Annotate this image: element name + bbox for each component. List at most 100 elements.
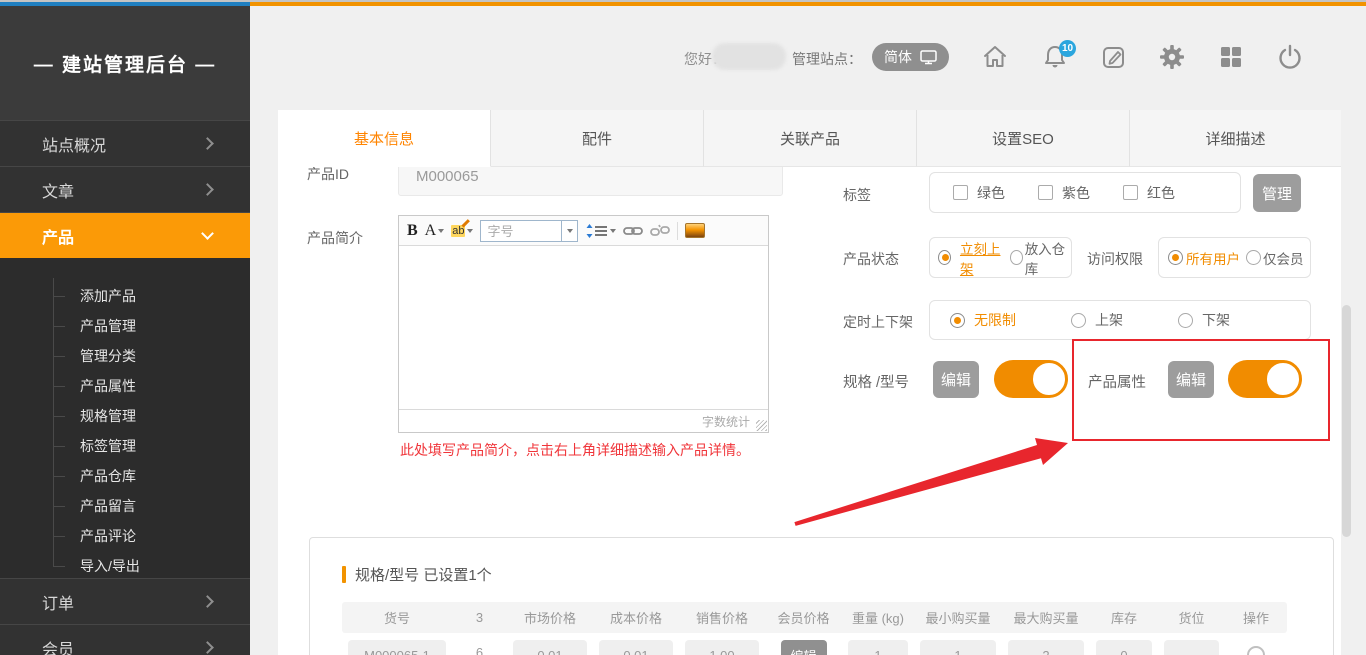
row-action-icon[interactable] <box>1247 646 1265 655</box>
submenu-item-attributes[interactable]: 产品属性 <box>0 371 250 401</box>
sidebar-item-site-overview[interactable]: 站点概况 <box>0 120 250 166</box>
checkbox-icon[interactable] <box>1038 185 1053 200</box>
cost-price-field[interactable]: 0.01 <box>599 640 673 655</box>
font-size-select[interactable]: 字号 <box>480 220 578 242</box>
radio-selected-icon[interactable] <box>1168 250 1183 265</box>
submenu-item-specs[interactable]: 规格管理 <box>0 401 250 431</box>
sidebar-item-orders[interactable]: 订单 <box>0 578 250 624</box>
submenu-item-tags[interactable]: 标签管理 <box>0 431 250 461</box>
sidebar-item-products[interactable]: 产品 <box>0 212 250 258</box>
language-label: 简体 <box>884 47 912 67</box>
insert-image-icon[interactable] <box>685 223 705 238</box>
access-option-members-only[interactable]: 仅会员 <box>1246 248 1304 268</box>
manage-site-label: 管理站点： <box>792 49 862 69</box>
unlink-icon[interactable] <box>650 223 670 239</box>
submenu-item-product-manage[interactable]: 产品管理 <box>0 311 250 341</box>
submenu-item-messages[interactable]: 产品留言 <box>0 491 250 521</box>
tag-label: 紫色 <box>1062 183 1090 203</box>
select-dropdown-button[interactable] <box>561 221 577 241</box>
submenu-item-categories[interactable]: 管理分类 <box>0 341 250 371</box>
checkbox-icon[interactable] <box>1123 185 1138 200</box>
grid-icon[interactable] <box>1217 43 1245 71</box>
submenu-item-import-export[interactable]: 导入/导出 <box>0 551 250 581</box>
submenu-item-reviews[interactable]: 产品评论 <box>0 521 250 551</box>
resize-grip[interactable] <box>756 420 767 431</box>
tab-label: 关联产品 <box>780 128 840 149</box>
sidebar-item-articles[interactable]: 文章 <box>0 166 250 212</box>
intro-hint-text: 此处填写产品简介，点击右上角详细描述输入产品详情。 <box>400 440 750 460</box>
submenu-label: 添加产品 <box>80 286 136 306</box>
tab-detail-description[interactable]: 详细描述 <box>1130 110 1341 167</box>
editor-body[interactable] <box>399 246 768 409</box>
sidebar-item-members[interactable]: 会员 <box>0 624 250 655</box>
tag-option-green[interactable]: 绿色 <box>953 183 1005 203</box>
checkbox-icon[interactable] <box>953 185 968 200</box>
scrollbar-thumb[interactable] <box>1342 305 1351 537</box>
schedule-option-on-shelf[interactable]: 上架 <box>1071 310 1123 330</box>
chevron-right-icon <box>201 183 214 196</box>
manage-tags-button[interactable]: 管理 <box>1253 174 1301 212</box>
radio-selected-icon[interactable] <box>950 313 965 328</box>
bold-icon[interactable]: B <box>407 222 418 240</box>
tag-option-purple[interactable]: 紫色 <box>1038 183 1090 203</box>
weight-field[interactable]: 1 <box>848 640 908 655</box>
notification-badge: 10 <box>1059 40 1076 57</box>
option-label: 仅会员 <box>1263 248 1304 268</box>
status-option-warehouse[interactable]: 放入仓库 <box>1010 238 1071 278</box>
submenu-label: 管理分类 <box>80 346 136 366</box>
member-price-edit-button[interactable]: 编辑 <box>781 640 827 655</box>
attr-edit-button[interactable]: 编辑 <box>1168 361 1214 398</box>
sku-field[interactable]: M000065-1 <box>348 640 446 655</box>
spec-title-text: 规格/型号 已设置1个 <box>355 564 492 585</box>
sale-price-field[interactable]: 1.00 <box>685 640 759 655</box>
tab-label: 详细描述 <box>1205 128 1265 149</box>
gear-icon[interactable] <box>1158 43 1186 71</box>
radio-icon[interactable] <box>1071 313 1086 328</box>
radio-icon[interactable] <box>1178 313 1193 328</box>
power-icon[interactable] <box>1276 43 1304 71</box>
toggle-knob <box>1030 360 1068 398</box>
col-header: 成本价格 <box>593 602 679 633</box>
highlight-dropdown[interactable]: ab <box>451 225 473 237</box>
tab-accessories[interactable]: 配件 <box>491 110 704 167</box>
max-buy-field[interactable]: 2 <box>1008 640 1084 655</box>
link-icon[interactable] <box>623 224 643 238</box>
access-option-all-users[interactable]: 所有用户 <box>1168 248 1240 268</box>
option-label: 下架 <box>1202 310 1230 330</box>
radio-icon[interactable] <box>1246 250 1261 265</box>
option-label: 放入仓库 <box>1025 238 1071 278</box>
language-button[interactable]: 简体 <box>872 43 949 71</box>
spec-table-card: 规格/型号 已设置1个 货号 3 市场价格 成本价格 销售价格 会员价格 重量 … <box>309 537 1334 655</box>
attr-toggle-on[interactable] <box>1228 360 1300 398</box>
market-price-field[interactable]: 0.01 <box>513 640 587 655</box>
rich-text-editor: B A ab 字号 字数统计 <box>398 215 769 433</box>
schedule-option-unlimited[interactable]: 无限制 <box>950 310 1016 330</box>
tag-label: 绿色 <box>977 183 1005 203</box>
submenu-item-add-product[interactable]: 添加产品 <box>0 281 250 311</box>
tab-seo-settings[interactable]: 设置SEO <box>917 110 1130 167</box>
stock-field[interactable]: 0 <box>1096 640 1152 655</box>
schedule-option-off-shelf[interactable]: 下架 <box>1178 310 1230 330</box>
editor-toolbar: B A ab 字号 <box>399 216 768 246</box>
radio-selected-icon[interactable] <box>938 250 951 265</box>
line-height-dropdown[interactable] <box>585 223 616 239</box>
col-header: 3 <box>452 602 507 633</box>
radio-icon[interactable] <box>1010 250 1023 265</box>
chevron-right-icon <box>201 641 214 654</box>
min-buy-field[interactable]: 1 <box>920 640 996 655</box>
submenu-item-warehouse[interactable]: 产品仓库 <box>0 461 250 491</box>
font-color-dropdown[interactable]: A <box>425 222 445 240</box>
spec-edit-button[interactable]: 编辑 <box>933 361 979 398</box>
home-icon[interactable] <box>981 43 1009 71</box>
tab-label: 设置SEO <box>992 128 1054 149</box>
edit-icon[interactable] <box>1100 43 1128 71</box>
slot-field[interactable] <box>1164 640 1219 655</box>
tag-option-red[interactable]: 红色 <box>1123 183 1175 203</box>
status-option-publish-now[interactable]: 立刻上架 <box>938 238 1006 278</box>
option-label: 所有用户 <box>1186 248 1240 268</box>
font-color-icon: A <box>425 222 437 240</box>
spec-table-header: 货号 3 市场价格 成本价格 销售价格 会员价格 重量 (kg) 最小购买量 最… <box>342 602 1287 633</box>
tab-related-products[interactable]: 关联产品 <box>704 110 917 167</box>
spec-toggle-on[interactable] <box>994 360 1066 398</box>
tab-basic-info[interactable]: 基本信息 <box>278 110 491 167</box>
